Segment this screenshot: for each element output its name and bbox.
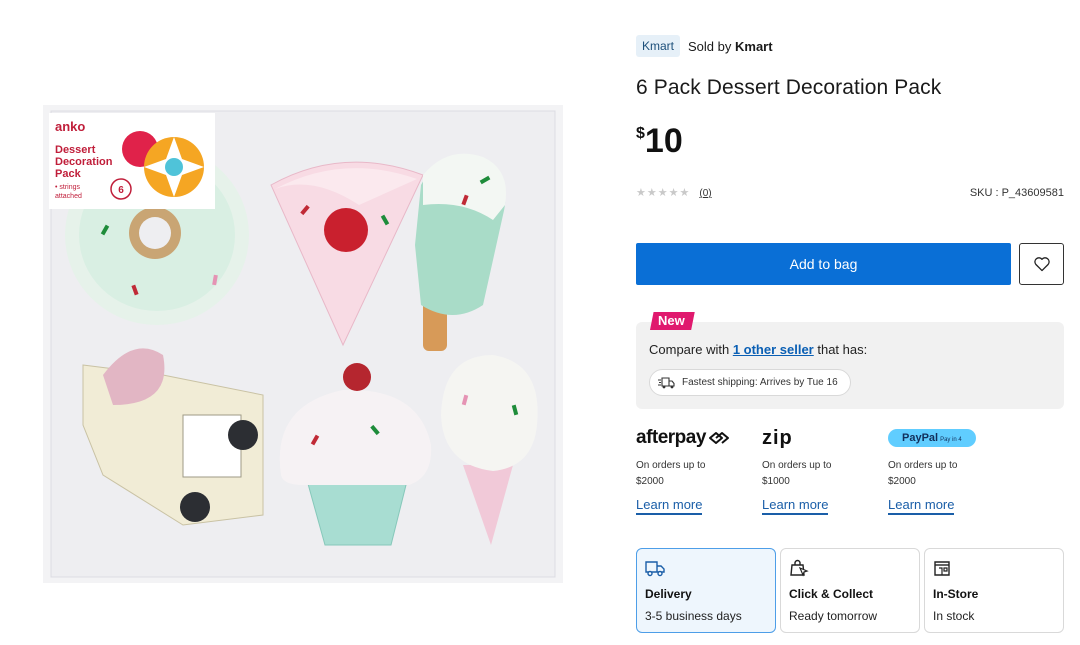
sold-by-prefix: Sold by [688, 38, 735, 54]
payment-option-zip: zip On orders up to $1000 Learn more [762, 426, 888, 515]
product-title: 6 Pack Dessert Decoration Pack [636, 76, 942, 99]
afterpay-learn-more-link[interactable]: Learn more [636, 497, 703, 515]
truck-icon [645, 559, 767, 579]
heart-icon [1033, 257, 1050, 272]
sold-by-text: Sold by Kmart [688, 39, 773, 54]
purchase-actions: Add to bag [636, 243, 1064, 285]
store-icon [933, 559, 1055, 579]
zip-logo: zip [762, 426, 888, 450]
in-store-title: In-Store [933, 587, 979, 601]
seller-badge[interactable]: Kmart [636, 35, 681, 57]
compare-sellers-panel: New Compare with 1 other seller that has… [636, 312, 1064, 409]
compare-text-before: Compare with [649, 342, 733, 357]
payment-options: afterpay On orders up to $2000 Learn mor… [636, 426, 1064, 515]
paypal-desc-line-1: On orders up to [888, 460, 958, 471]
shipping-chip-label: Fastest shipping: Arrives by Tue 16 [682, 377, 838, 388]
package-brand: anko [55, 119, 85, 134]
paypal-logo-suffix: Pay in 4 [940, 437, 962, 443]
package-title-line-2: Decoration [55, 156, 113, 168]
package-title-line-1: Dessert [55, 144, 96, 156]
compare-text-after: that has: [813, 342, 868, 357]
afterpay-desc-line-2: $2000 [636, 476, 664, 487]
sku-label: SKU : P_43609581 [969, 186, 1064, 199]
click-collect-subtitle: Ready tomorrow [789, 609, 878, 623]
fulfilment-options: Delivery 3-5 business days Click & Colle… [636, 548, 1064, 633]
review-count-link[interactable]: (0) [699, 188, 711, 199]
sold-by-name[interactable]: Kmart [735, 39, 773, 54]
rating-row: ★★★★★ (0) SKU : P_43609581 [636, 186, 1064, 200]
product-photo: anko Dessert Decoration Pack • strings a… [43, 105, 563, 583]
afterpay-description: On orders up to $2000 [636, 458, 762, 490]
delivery-title: Delivery [645, 587, 692, 601]
price-currency: $ [636, 125, 645, 142]
afterpay-logo-text: afterpay [636, 427, 706, 448]
product-price: $ 10 [636, 122, 683, 160]
paypal-logo-pill: PayPal Pay in 4 [888, 429, 976, 447]
zip-description: On orders up to $1000 [762, 458, 888, 490]
zip-desc-line-2: $1000 [762, 476, 790, 487]
package-subtitle-line-2: attached [55, 193, 82, 200]
zip-desc-line-1: On orders up to [762, 460, 832, 471]
wishlist-button[interactable] [1019, 243, 1064, 285]
other-seller-link[interactable]: 1 other seller [733, 342, 814, 357]
payment-option-afterpay: afterpay On orders up to $2000 Learn mor… [636, 426, 762, 515]
package-title-line-3: Pack [55, 168, 82, 180]
seller-row: Kmart Sold by Kmart [636, 34, 1064, 58]
package-label: anko Dessert Decoration Pack • strings a… [49, 113, 215, 209]
delivery-subtitle: 3-5 business days [645, 609, 742, 623]
bag-cursor-icon [789, 559, 911, 579]
afterpay-arrows-icon [708, 432, 729, 444]
paypal-learn-more-link[interactable]: Learn more [888, 497, 955, 515]
add-to-bag-button[interactable]: Add to bag [636, 243, 1011, 285]
product-image[interactable]: anko Dessert Decoration Pack • strings a… [43, 105, 563, 583]
price-amount: 10 [644, 122, 683, 160]
fulfilment-option-delivery[interactable]: Delivery 3-5 business days [636, 548, 776, 633]
afterpay-desc-line-1: On orders up to [636, 460, 706, 471]
package-subtitle-line-1: • strings [55, 184, 81, 191]
new-badge: New [650, 312, 695, 330]
payment-option-paypal: PayPal Pay in 4 On orders up to $2000 Lea… [888, 426, 1014, 515]
product-info-panel: Kmart Sold by Kmart 6 Pack Dessert Decor… [636, 34, 1064, 633]
fulfilment-option-click-collect[interactable]: Click & Collect Ready tomorrow [780, 548, 920, 633]
fastest-shipping-chip[interactable]: Fastest shipping: Arrives by Tue 16 [649, 369, 851, 396]
paypal-logo-text: PayPal [902, 432, 939, 444]
compare-text: Compare with 1 other seller that has: [649, 342, 867, 357]
paypal-logo: PayPal Pay in 4 [888, 426, 1014, 450]
rating[interactable]: ★★★★★ (0) [636, 186, 712, 199]
paypal-desc-line-2: $2000 [888, 476, 916, 487]
paypal-description: On orders up to $2000 [888, 458, 1014, 490]
click-collect-title: Click & Collect [789, 587, 874, 601]
zip-logo-text: zip [762, 426, 793, 449]
zip-learn-more-link[interactable]: Learn more [762, 497, 829, 515]
afterpay-logo: afterpay [636, 426, 762, 450]
fast-truck-icon [658, 376, 675, 388]
star-rating-icon: ★★★★★ [636, 187, 691, 199]
fulfilment-option-in-store[interactable]: In-Store In stock [924, 548, 1064, 633]
package-count: 6 [118, 185, 124, 196]
in-store-subtitle: In stock [933, 609, 975, 623]
